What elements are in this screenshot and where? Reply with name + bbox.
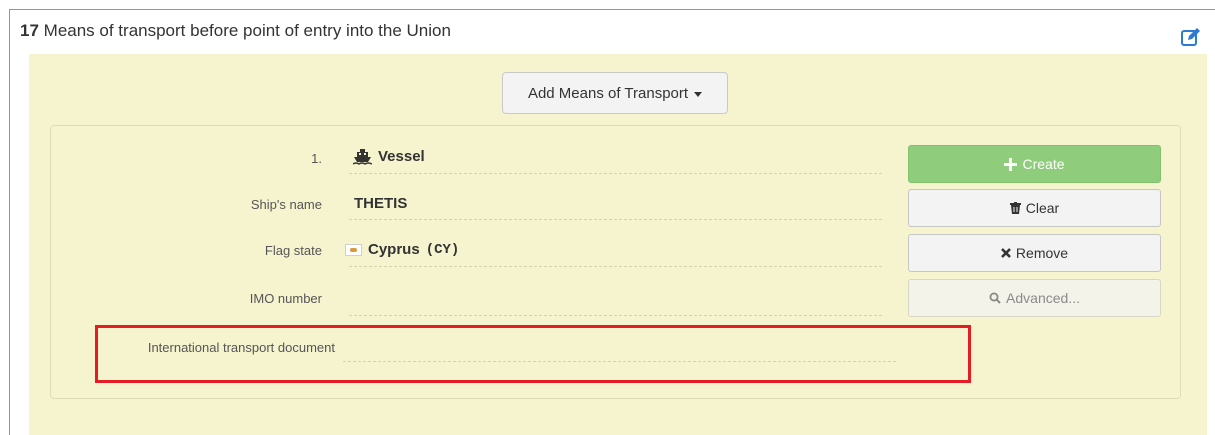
advanced-button[interactable]: Advanced... — [908, 279, 1161, 317]
flag-state-value[interactable]: Cyprus (CY) — [345, 241, 459, 258]
create-label: Create — [1022, 156, 1065, 172]
close-icon — [1001, 248, 1011, 258]
ship-icon — [353, 149, 372, 165]
imo-number-label: IMO number — [249, 291, 322, 306]
advanced-label: Advanced... — [1006, 290, 1080, 306]
remove-button[interactable]: Remove — [908, 234, 1161, 272]
flag-state-label: Flag state — [264, 243, 322, 258]
section-title: Means of transport before point of entry… — [43, 21, 451, 40]
divider — [349, 266, 882, 267]
divider — [349, 173, 882, 174]
search-icon — [989, 292, 1001, 304]
transport-type: Vessel — [353, 148, 425, 165]
clear-label: Clear — [1025, 200, 1060, 216]
flag-state-name: Cyprus — [368, 241, 420, 258]
clear-button[interactable]: Clear — [908, 189, 1161, 227]
remove-label: Remove — [1015, 245, 1069, 261]
plus-icon — [1004, 157, 1018, 171]
edit-icon[interactable] — [1180, 26, 1202, 48]
transport-type-label: Vessel — [378, 148, 425, 165]
panel-title: 17 Means of transport before point of en… — [20, 21, 451, 41]
add-means-of-transport-label: Add Means of Transport — [527, 84, 689, 102]
divider — [349, 315, 882, 316]
ship-name-label: Ship's name — [250, 197, 322, 212]
trash-icon — [1009, 202, 1021, 214]
add-means-of-transport-button[interactable]: Add Means of Transport — [502, 72, 728, 114]
flag-state-code: (CY) — [425, 241, 460, 258]
caret-down-icon — [694, 91, 703, 97]
create-button[interactable]: Create — [908, 145, 1161, 183]
transport-index: 1. — [311, 151, 322, 166]
section-number: 17 — [20, 21, 39, 40]
highlight-box — [95, 325, 971, 383]
divider — [349, 219, 882, 220]
cyprus-flag-icon — [345, 243, 362, 256]
ship-name-value[interactable]: THETIS — [354, 195, 407, 212]
